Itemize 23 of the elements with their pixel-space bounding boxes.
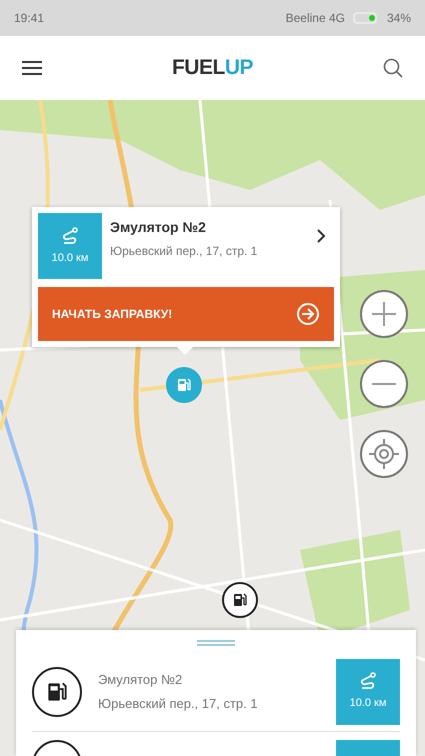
distance-text: 10.0 км <box>52 250 88 266</box>
minus-icon <box>372 383 396 385</box>
search-icon[interactable] <box>382 58 403 78</box>
route-icon <box>60 226 80 246</box>
battery-icon <box>352 12 379 24</box>
carrier-name: Beeline 4G <box>286 10 345 27</box>
crosshair-icon <box>368 438 400 470</box>
station-address: Юрьевский пер., 17, стр. 1 <box>98 694 259 713</box>
status-time: 19:41 <box>14 10 44 27</box>
chevron-right-icon[interactable] <box>316 229 326 243</box>
arrow-circle-icon <box>296 302 320 326</box>
route-icon <box>358 671 378 692</box>
start-fueling-button[interactable]: НАЧАТЬ ЗАПРАВКУ! <box>38 287 334 341</box>
distance-text: 10.0 км <box>350 696 386 712</box>
station-name: Эмулятор №2 <box>98 671 184 689</box>
menu-icon[interactable] <box>22 60 42 76</box>
station-address: Юрьевский пер., 17, стр. 1 <box>110 243 258 260</box>
app-logo: FUELUP <box>172 55 253 82</box>
station-row[interactable]: Эмулятор №2 Юрьевский пер., 17, стр. 1 10.0 км <box>32 652 400 732</box>
drag-handle[interactable] <box>197 640 235 646</box>
battery-level: 34% <box>386 10 411 27</box>
station-name: Эмулятор №2 <box>110 218 207 237</box>
plus-icon <box>371 301 397 327</box>
